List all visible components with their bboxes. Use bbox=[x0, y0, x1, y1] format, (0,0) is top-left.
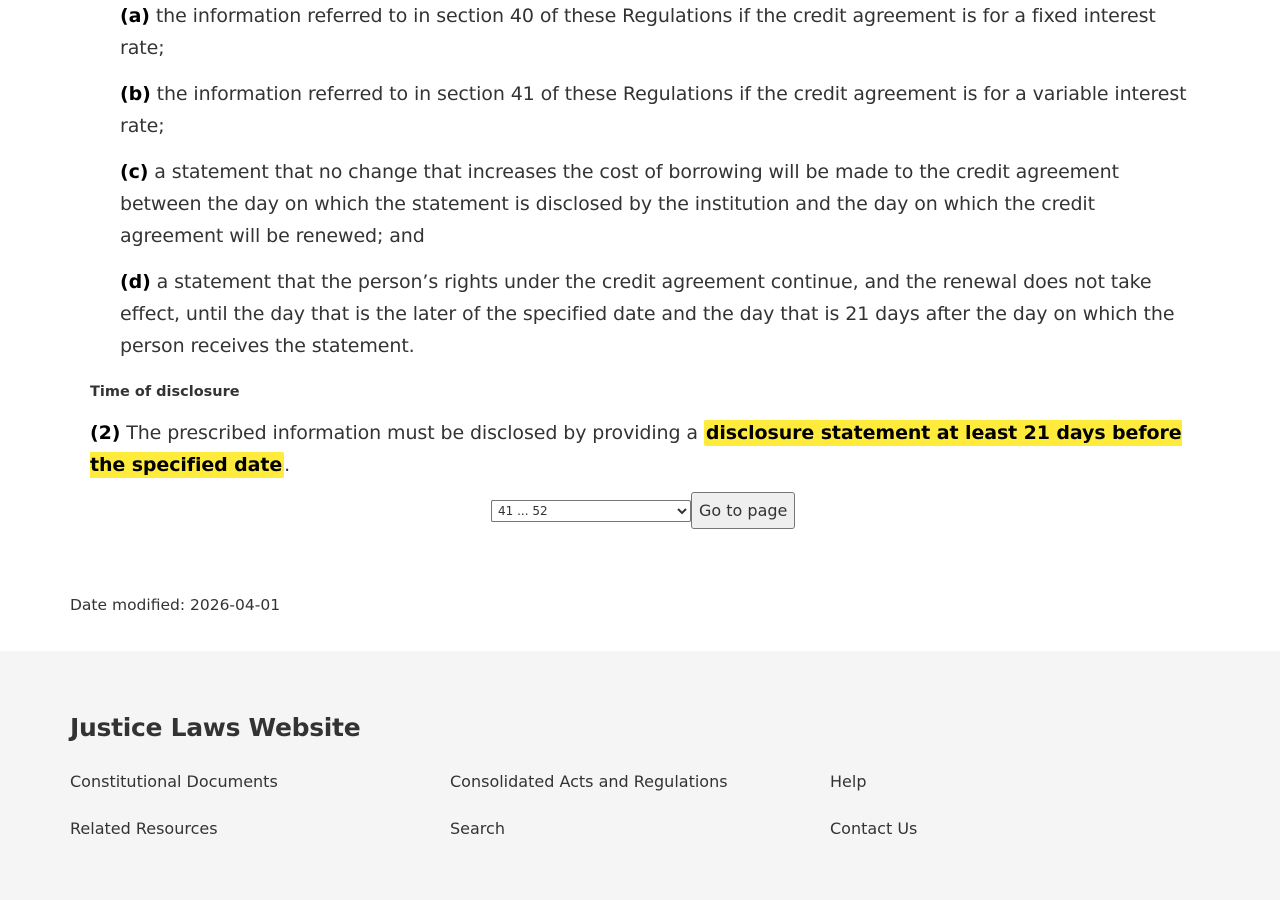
paragraph-label: (c) bbox=[120, 161, 149, 183]
footer-link-consolidated-acts[interactable]: Consolidated Acts and Regulations bbox=[450, 771, 728, 793]
footer-link-constitutional-documents[interactable]: Constitutional Documents bbox=[70, 771, 278, 793]
paragraph-b: (b) the information referred to in secti… bbox=[120, 78, 1190, 142]
paragraph-d: (d) a statement that the person’s rights… bbox=[120, 266, 1190, 362]
footer-title: Justice Laws Website bbox=[70, 713, 361, 742]
subsection-2: (2) The prescribed information must be d… bbox=[90, 417, 1190, 481]
page-range-select[interactable]: 41 ... 52 bbox=[491, 499, 691, 522]
paragraph-text: a statement that no change that increase… bbox=[120, 161, 1119, 247]
subsection-text: The prescribed information must be discl… bbox=[120, 422, 704, 444]
site-footer: Justice Laws Website Constitutional Docu… bbox=[0, 651, 1280, 900]
paragraph-a: (a) the information referred to in secti… bbox=[120, 0, 1190, 64]
paragraph-label: (b) bbox=[120, 83, 151, 105]
paragraph-text: the information referred to in section 4… bbox=[120, 5, 1156, 59]
section-heading: Time of disclosure bbox=[90, 384, 240, 400]
page-navigator: 41 ... 52 Go to page bbox=[491, 492, 796, 529]
paragraph-label: (d) bbox=[120, 271, 151, 293]
footer-link-contact-us[interactable]: Contact Us bbox=[830, 818, 917, 840]
footer-link-help[interactable]: Help bbox=[830, 771, 866, 793]
subsection-text-end: . bbox=[284, 454, 291, 476]
main-content: (a) the information referred to in secti… bbox=[0, 0, 1280, 651]
paragraph-label: (a) bbox=[120, 5, 150, 27]
footer-link-related-resources[interactable]: Related Resources bbox=[70, 818, 218, 840]
go-to-page-button[interactable]: Go to page bbox=[691, 492, 796, 529]
date-modified: Date modified: 2026-04-01 bbox=[70, 596, 281, 614]
footer-link-search[interactable]: Search bbox=[450, 818, 505, 840]
paragraph-text: a statement that the person’s rights und… bbox=[120, 271, 1175, 357]
page: (a) the information referred to in secti… bbox=[0, 0, 1280, 900]
paragraph-text: the information referred to in section 4… bbox=[120, 83, 1187, 137]
paragraph-c: (c) a statement that no change that incr… bbox=[120, 156, 1190, 252]
subsection-label: (2) bbox=[90, 422, 121, 444]
